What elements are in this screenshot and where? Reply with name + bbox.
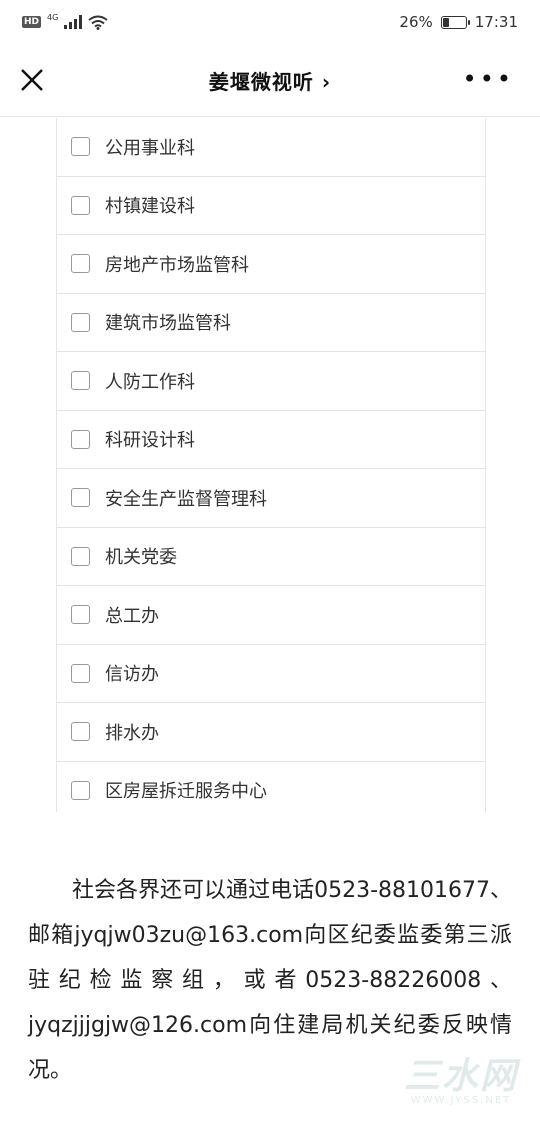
checkbox[interactable] [71,312,90,332]
list-item-label: 科研设计科 [105,430,195,452]
status-bar: HD 4G 26% 17:31 [0,0,540,44]
list-item[interactable]: 科研设计科 [57,411,485,469]
list-item[interactable]: 村镇建设科 [57,177,485,235]
list-item-label: 安全生产监督管理科 [105,488,267,510]
checkbox[interactable] [71,254,90,274]
signal-icon [64,15,83,29]
hd-badge: HD [22,16,42,28]
list-item-label: 总工办 [105,605,159,627]
list-item[interactable]: 排水办 [57,703,485,762]
status-left: HD 4G [22,12,108,30]
battery-fill [442,17,449,27]
watermark-logo: 三水网 [403,1056,518,1097]
checkbox[interactable] [71,488,90,508]
list-item-label: 建筑市场监管科 [105,313,231,335]
checkbox[interactable] [71,780,90,800]
checkbox[interactable] [71,546,90,566]
list-item[interactable]: 安全生产监督管理科 [57,469,485,528]
wifi-icon [88,15,108,30]
watermark-url: WWW.JYSS.NET [410,1095,512,1106]
checkbox[interactable] [71,722,90,742]
list-item-label: 排水办 [105,722,159,744]
more-options-icon[interactable]: ••• [463,67,514,91]
nav-bar: 姜堰微视听 › ••• [0,44,540,117]
list-item[interactable]: 机关党委 [57,528,485,586]
list-item[interactable]: 人防工作科 [57,352,485,411]
list-item-label: 房地产市场监管科 [105,254,249,276]
list-item-label: 机关党委 [105,547,177,569]
site-watermark: 三水网 WWW.JYSS.NET [404,1047,518,1106]
network-type: 4G [47,12,59,22]
department-checkbox-list: 公用事业科村镇建设科房地产市场监管科 建筑市场监管科 人防工作科科研设计科安全生产监… [56,118,486,812]
list-item[interactable]: 建筑市场监管科 [57,294,485,352]
checkbox[interactable] [71,195,90,215]
checkbox[interactable] [71,663,90,683]
list-item-label: 区房屋拆迁服务中心 [105,781,267,803]
list-item-label: 村镇建设科 [105,196,195,218]
status-right: 26% 17:31 [399,13,518,31]
checkbox[interactable] [71,371,90,391]
page-title[interactable]: 姜堰微视听 › [209,66,331,95]
list-item[interactable]: 公用事业科 [57,118,485,177]
checkbox[interactable] [71,137,90,157]
list-item[interactable]: 区房屋拆迁服务中心 [57,762,485,813]
checkbox[interactable] [71,429,90,449]
checkbox[interactable] [71,605,90,625]
list-item[interactable]: 总工办 [57,586,485,645]
list-item[interactable]: 房地产市场监管科 [57,235,485,294]
list-item-label: 信访办 [105,664,159,686]
battery-percent: 26% [399,13,433,31]
clock: 17:31 [474,13,518,31]
list-item-label: 人防工作科 [105,371,195,393]
list-item[interactable]: 信访办 [57,645,485,703]
list-item-label: 公用事业科 [105,137,195,159]
battery-icon [440,15,470,29]
close-icon[interactable] [18,66,46,94]
